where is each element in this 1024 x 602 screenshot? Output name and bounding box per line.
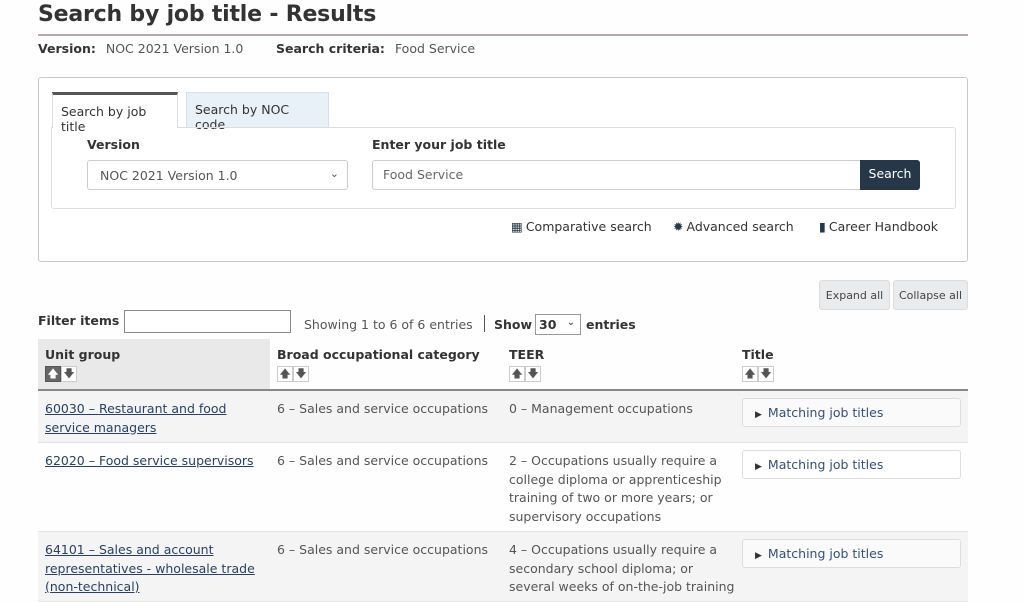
- title-divider: [38, 34, 968, 36]
- version-meta: Version: NOC 2021 Version 1.0: [38, 41, 243, 56]
- chevron-down-icon: ⌄: [566, 317, 575, 328]
- grid-icon: ▦: [511, 219, 523, 234]
- expand-all-button[interactable]: Expand all: [819, 280, 890, 310]
- entries-per-page-select[interactable]: 30 ⌄: [535, 314, 581, 335]
- tab-search-by-noc-code[interactable]: Search by NOC code: [186, 92, 329, 132]
- sort-ascending-icon[interactable]: 🡅: [277, 366, 293, 382]
- unit-group-cell: 62020 – Food service supervisors: [45, 452, 270, 471]
- version-meta-value: NOC 2021 Version 1.0: [105, 41, 244, 56]
- entries-per-page-value: 30: [539, 317, 557, 332]
- comparative-search-label: Comparative search: [525, 219, 652, 234]
- expand-triangle-icon: ▶: [755, 410, 762, 420]
- sort-ascending-icon[interactable]: 🡅: [509, 366, 525, 382]
- sort-controls-title: 🡅 🡇: [742, 366, 774, 382]
- version-meta-label: Version:: [38, 41, 96, 56]
- unit-group-cell: 64101 – Sales and account representative…: [45, 541, 260, 597]
- divider: [484, 315, 485, 332]
- matching-job-titles-toggle[interactable]: ▶ Matching job titles: [742, 539, 961, 568]
- criteria-meta-label: Search criteria:: [276, 41, 385, 56]
- sort-ascending-icon[interactable]: 🡅: [45, 366, 61, 382]
- sort-controls-unit-group: 🡅 🡇: [45, 366, 77, 382]
- filter-label: Filter items: [38, 313, 120, 328]
- column-header-unit-group[interactable]: Unit group: [45, 347, 120, 362]
- sort-descending-icon[interactable]: 🡇: [293, 366, 309, 382]
- version-select[interactable]: NOC 2021 Version 1.0 ⌄: [87, 160, 348, 190]
- book-icon: ▮: [819, 219, 826, 234]
- entries-label: entries: [586, 317, 636, 332]
- matching-job-titles-toggle[interactable]: ▶ Matching job titles: [742, 398, 961, 427]
- category-cell: 6 – Sales and service occupations: [277, 401, 488, 416]
- job-title-input[interactable]: Food Service: [372, 160, 860, 190]
- column-header-category[interactable]: Broad occupational category: [277, 347, 480, 362]
- matching-job-titles-label: Matching job titles: [767, 405, 884, 420]
- matching-job-titles-label: Matching job titles: [767, 457, 884, 472]
- job-title-label: Enter your job title: [372, 137, 506, 152]
- sort-descending-icon[interactable]: 🡇: [758, 366, 774, 382]
- advanced-search-link[interactable]: ✹ Advanced search: [673, 219, 794, 234]
- gear-icon: ✹: [673, 219, 684, 234]
- advanced-search-label: Advanced search: [686, 219, 794, 234]
- unit-group-link[interactable]: 60030 – Restaurant and food service mana…: [45, 401, 227, 435]
- matching-job-titles-toggle[interactable]: ▶ Matching job titles: [742, 450, 961, 479]
- search-button[interactable]: Search: [860, 160, 920, 190]
- sort-controls-category: 🡅 🡇: [277, 366, 309, 382]
- criteria-meta: Search criteria: Food Service: [276, 41, 475, 56]
- tab-search-by-job-title[interactable]: Search by job title: [52, 92, 178, 134]
- sort-controls-teer: 🡅 🡇: [509, 366, 541, 382]
- collapse-all-button[interactable]: Collapse all: [893, 280, 968, 310]
- expand-triangle-icon: ▶: [755, 551, 762, 561]
- teer-cell: 2 – Occupations usually require a colleg…: [509, 453, 722, 524]
- page-title: Search by job title - Results: [38, 2, 377, 27]
- sort-descending-icon[interactable]: 🡇: [525, 366, 541, 382]
- matching-job-titles-label: Matching job titles: [767, 546, 884, 561]
- table-row: 64101 – Sales and account representative…: [38, 532, 968, 602]
- unit-group-link[interactable]: 64101 – Sales and account representative…: [45, 542, 255, 594]
- sort-ascending-icon[interactable]: 🡅: [742, 366, 758, 382]
- tab-panel: Version NOC 2021 Version 1.0 ⌄ Enter you…: [51, 127, 956, 209]
- table-row: 60030 – Restaurant and food service mana…: [38, 391, 968, 443]
- unit-group-cell: 60030 – Restaurant and food service mana…: [45, 400, 245, 437]
- teer-cell: 4 – Occupations usually require a second…: [509, 542, 735, 594]
- sort-descending-icon[interactable]: 🡇: [61, 366, 77, 382]
- comparative-search-link[interactable]: ▦ Comparative search: [511, 219, 652, 234]
- version-field-label: Version: [87, 137, 140, 152]
- column-header-title[interactable]: Title: [742, 347, 774, 362]
- show-label: Show: [494, 317, 533, 332]
- career-handbook-label: Career Handbook: [828, 219, 939, 234]
- chevron-down-icon: ⌄: [329, 167, 339, 180]
- search-panel: Search by job title Search by NOC code V…: [38, 77, 968, 262]
- category-cell: 6 – Sales and service occupations: [277, 542, 488, 557]
- table-row: 62020 – Food service supervisors 6 – Sal…: [38, 443, 968, 532]
- showing-entries-text: Showing 1 to 6 of 6 entries: [304, 317, 473, 332]
- version-select-value: NOC 2021 Version 1.0: [100, 168, 238, 183]
- career-handbook-link[interactable]: ▮ Career Handbook: [819, 219, 938, 234]
- table-header: Unit group 🡅 🡇 Broad occupational categor…: [38, 339, 968, 391]
- category-cell: 6 – Sales and service occupations: [277, 453, 488, 468]
- unit-group-link[interactable]: 62020 – Food service supervisors: [45, 453, 254, 468]
- criteria-meta-value: Food Service: [394, 41, 476, 56]
- expand-triangle-icon: ▶: [755, 462, 762, 472]
- column-header-teer[interactable]: TEER: [509, 347, 544, 362]
- teer-cell: 0 – Management occupations: [509, 401, 693, 416]
- filter-input[interactable]: [124, 310, 291, 333]
